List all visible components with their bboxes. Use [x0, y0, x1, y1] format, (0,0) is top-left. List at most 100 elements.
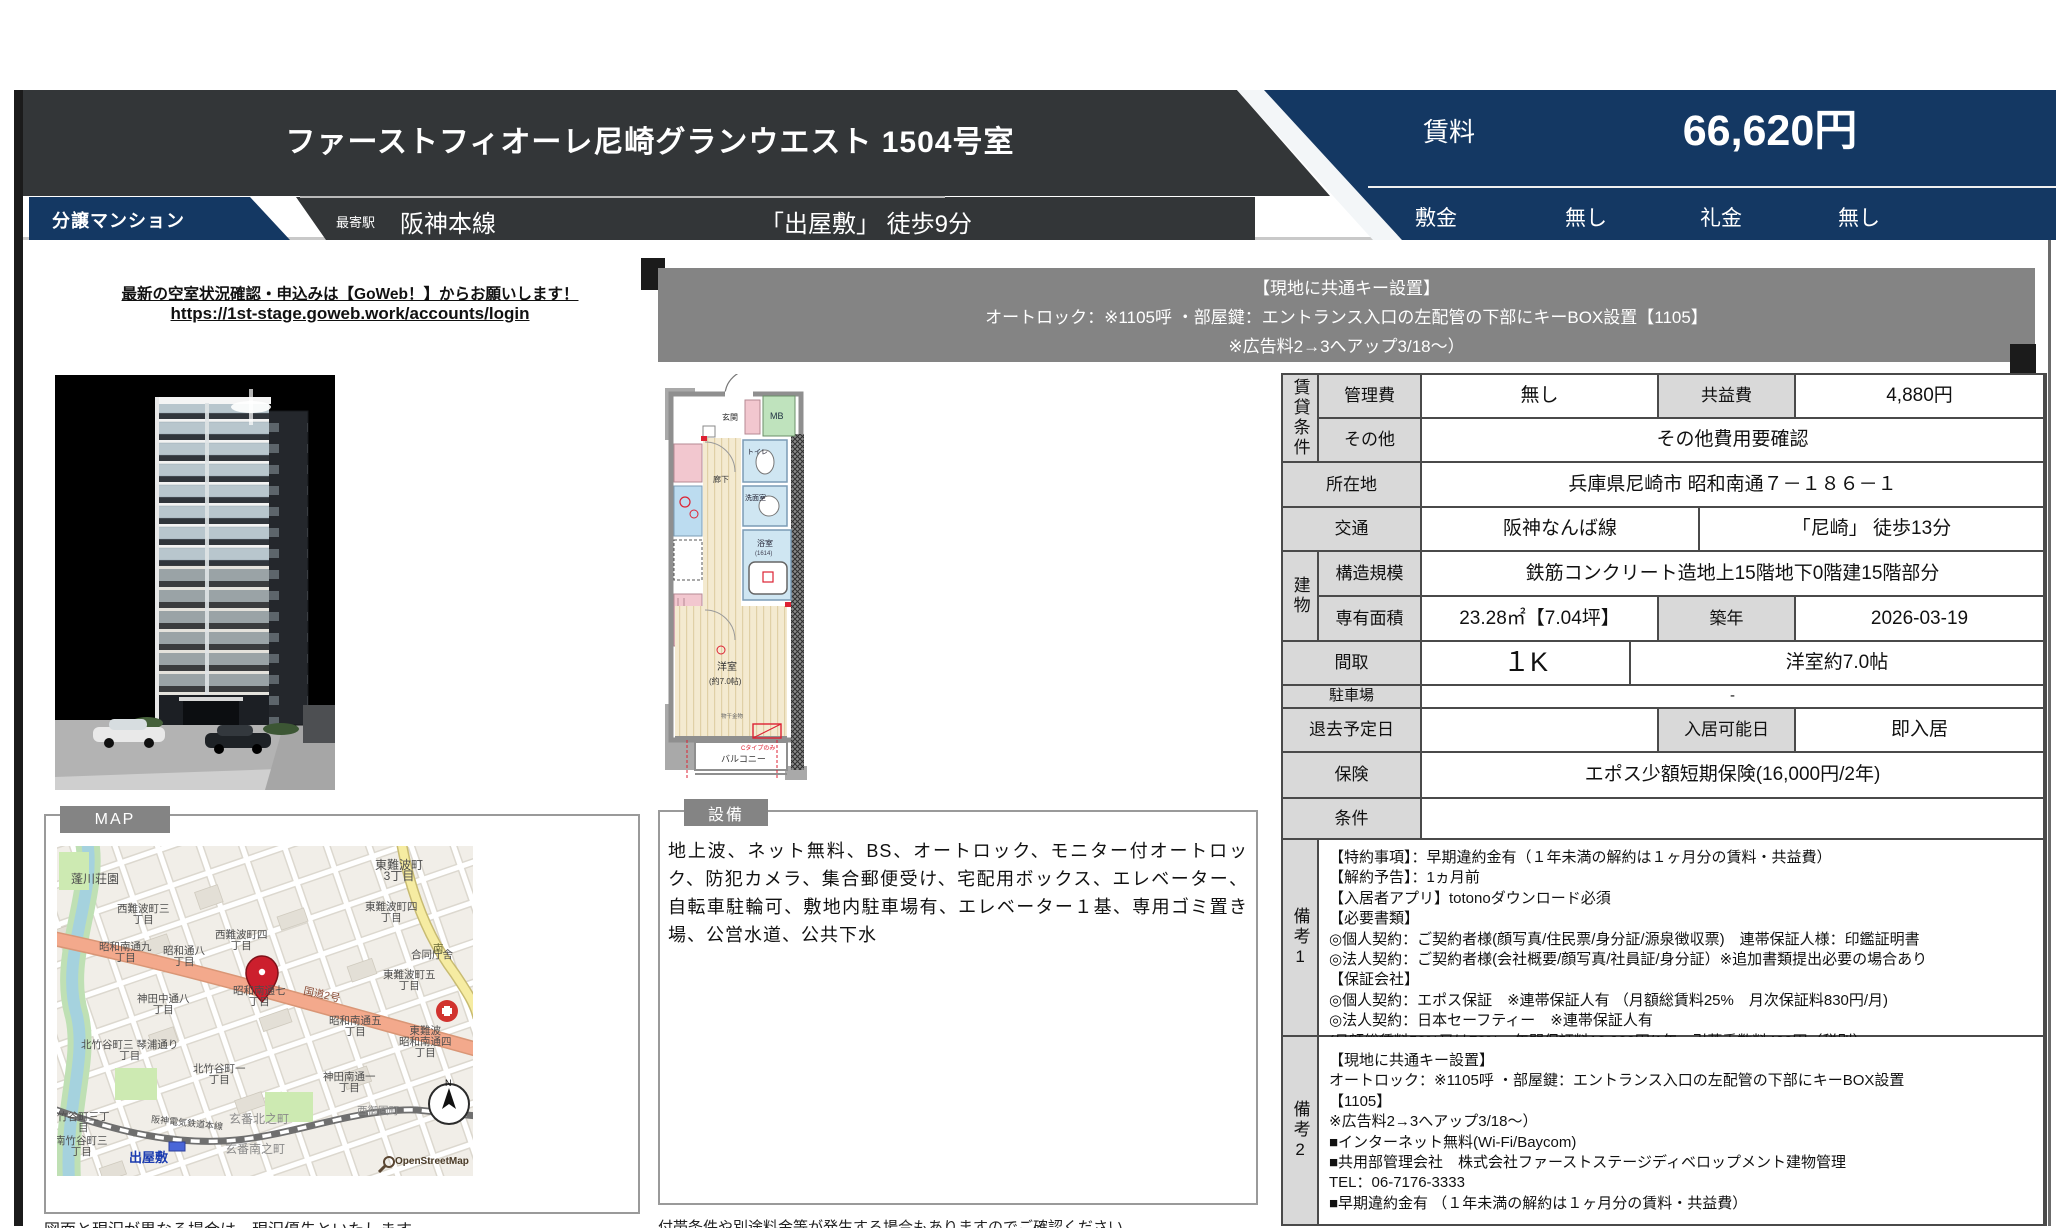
property-type-label: 分譲マンション: [52, 207, 185, 233]
fp-wash-label: 洗面室: [745, 493, 766, 502]
map-attribution: OpenStreetMap: [395, 1156, 469, 1167]
floor-plan: 玄関 MB トイレ 洗面室 浴室 (1614) 廊下 洋室 (約7.0帖) 物干…: [665, 374, 807, 782]
fp-hall-label: 廊下: [713, 474, 729, 484]
station-strip-topline: [300, 196, 945, 198]
fp-room-label: 洋室: [717, 660, 737, 673]
map-label: 合同庁舎: [411, 950, 453, 961]
map-label: 西難波町四 丁目: [215, 930, 268, 952]
map-label: 昭和通八 丁目: [163, 946, 205, 968]
parking-value: -: [1422, 686, 2043, 707]
layout-rooms-value: 洋室約7.0帖: [1631, 642, 2043, 684]
map-label: 昭和南通五 丁目: [329, 1016, 382, 1038]
equipment-box: 地上波、ネット無料、BS、オートロック、モニター付オートロック、防犯カメラ、集合…: [658, 810, 1258, 1205]
access-line-value: 阪神なんば線: [1422, 508, 1698, 550]
map-tab: MAP: [60, 806, 170, 833]
goweb-login-link[interactable]: https://1st-stage.goweb.work/accounts/lo…: [171, 304, 530, 323]
station-walk: 「出屋敷」 徒歩9分: [760, 204, 972, 239]
key-banner-line3: ※広告料2→3へアップ3/18～）: [658, 332, 2035, 357]
header: ファーストフィオーレ尼崎グランウエスト 1504号室 分譲マンション 最寄駅 阪…: [0, 90, 2056, 240]
mgmt-fee-value: 無し: [1422, 375, 1657, 417]
map-label: 玄番北之町: [229, 1114, 289, 1125]
moveout-value: [1422, 709, 1657, 751]
map-label: 西難波町三 丁目: [117, 904, 170, 926]
key-money-value: 無し: [1838, 202, 1880, 232]
built-year-label: 築年: [1659, 597, 1794, 640]
map-label: 東難波 昭和南通四 丁目: [399, 1026, 452, 1059]
map-label: 神田中通八 丁目: [137, 994, 190, 1016]
right-frame-line: [2048, 90, 2051, 1226]
map-note: 図面と現況が異なる場合は、現況優先といたします。: [44, 1216, 426, 1228]
address-label: 所在地: [1283, 463, 1420, 506]
key-banner: 【現地に共通キー設置】 オートロック：※1105呼 ・部屋鍵：エントランス入口の…: [658, 268, 2035, 362]
other-fee-label: その他: [1319, 419, 1420, 461]
parking-label: 駐車場: [1283, 686, 1420, 707]
equipment-text: 地上波、ネット無料、BS、オートロック、モニター付オートロック、防犯カメラ、集合…: [668, 838, 1248, 950]
structure-label: 構造規模: [1319, 552, 1420, 595]
insurance-label: 保険: [1283, 753, 1420, 797]
building-photo: [55, 375, 335, 790]
key-banner-line2: オートロック：※1105呼 ・部屋鍵：エントランス入口の左配管の下部にキーBOX…: [658, 303, 2035, 328]
layout-value: １K: [1422, 642, 1629, 684]
movein-value: 即入居: [1796, 709, 2043, 751]
goweb-notice-text: 最新の空室状況確認・申込みは【GoWeb！】からお願いします！: [100, 282, 600, 304]
map-label: 北竹谷町三 琴浦通り 丁目: [81, 1040, 178, 1062]
property-flyer: ファーストフィオーレ尼崎グランウエスト 1504号室 分譲マンション 最寄駅 阪…: [0, 0, 2056, 1228]
goweb-notice: 最新の空室状況確認・申込みは【GoWeb！】からお願いします！ https://…: [100, 282, 600, 324]
map-label: 東難波町 3丁目: [375, 860, 423, 882]
rent-label: 賃料: [1423, 112, 1475, 149]
map-label: 昭和南通七 丁目: [233, 986, 286, 1008]
common-fee-label: 共益費: [1659, 375, 1794, 417]
map-label: 東難波町五 丁目: [383, 970, 436, 992]
fp-balcony-label: バルコニー: [721, 754, 766, 764]
built-year-value: 2026-03-19: [1796, 597, 2043, 640]
conditions-value: [1422, 799, 2043, 838]
map-label: 北竹谷町一 丁目: [193, 1064, 246, 1086]
details-table: 賃貸条件 管理費 無し 共益費 4,880円 その他 その他費用要確認 所在地 …: [1281, 373, 2047, 1226]
address-value: 兵庫県尼崎市 昭和南通７－１８６－１: [1422, 463, 2043, 506]
insurance-value: エポス少額短期保険(16,000円/2年): [1422, 753, 2043, 797]
map-station-label: 出屋敷: [129, 1152, 168, 1163]
compass-n-label: N: [445, 1078, 452, 1088]
access-label: 交通: [1283, 508, 1420, 550]
common-fee-value: 4,880円: [1796, 375, 2043, 417]
remarks1-text: 【特約事項】：早期違約金有（１年未満の解約は１ヶ月分の賃料・共益費） 【解約予告…: [1319, 840, 2043, 1035]
fp-drying-label: 物干金物: [721, 712, 744, 720]
remarks2-label: 備考2: [1283, 1037, 1317, 1224]
rent-value: 66,620円: [1520, 96, 2020, 158]
mgmt-fee-label: 管理費: [1319, 375, 1420, 417]
map-label: 竹谷町三丁 目: [57, 1112, 110, 1134]
other-fee-value: その他費用要確認: [1422, 419, 2043, 461]
area-label: 専有面積: [1319, 597, 1420, 640]
area-value: 23.28㎡【7.04坪】: [1422, 597, 1657, 640]
map-label: 昭和南通九 丁目: [99, 942, 152, 964]
fp-genkan-label: 玄関: [722, 412, 738, 422]
equipment-tab: 設備: [684, 799, 768, 826]
fp-bath-size: (1614): [755, 551, 772, 557]
fp-room-size: (約7.0帖): [709, 676, 742, 686]
layout-label: 間取: [1283, 642, 1420, 684]
map-image: N 蓬川荘園 東難波町 3丁目 西難波町三 丁目 西難波町四 丁目 東難波町四 …: [57, 846, 473, 1176]
key-money-label: 礼金: [1700, 202, 1742, 232]
fp-toilet-label: トイレ: [747, 449, 768, 456]
deposit-value: 無し: [1565, 202, 1607, 232]
map-label: 南: [433, 944, 444, 955]
fp-ctype-label: Cタイプのみ: [741, 744, 775, 752]
fp-mb-label: MB: [770, 411, 784, 421]
conditions-label: 条件: [1283, 799, 1420, 838]
deposit-label: 敷金: [1415, 202, 1457, 232]
rent-divider-line: [1368, 186, 2056, 188]
map-label: 玄番南之町: [225, 1144, 285, 1155]
key-banner-line1: 【現地に共通キー設置】: [658, 274, 2035, 299]
movein-label: 入居可能日: [1659, 709, 1794, 751]
map-label: 神田南通一 丁目: [323, 1072, 376, 1094]
remarks2-text: 【現地に共通キー設置】 オートロック：※1105呼 ・部屋鍵：エントランス入口の…: [1319, 1037, 2043, 1224]
left-frame-bar: [14, 90, 23, 1226]
access-station-value: 「尼崎」 徒歩13分: [1700, 508, 2043, 550]
remarks1-label: 備考1: [1283, 840, 1317, 1035]
nearest-line: 阪神本線: [400, 204, 496, 239]
map-label: 蓬川荘園: [71, 874, 119, 885]
map-label: 南竹谷町三 丁目: [57, 1136, 108, 1158]
structure-value: 鉄筋コンクリート造地上15階地下0階建15階部分: [1422, 552, 2043, 595]
group-building: 建物: [1283, 552, 1317, 640]
fp-bath-label: 浴室: [757, 538, 773, 548]
